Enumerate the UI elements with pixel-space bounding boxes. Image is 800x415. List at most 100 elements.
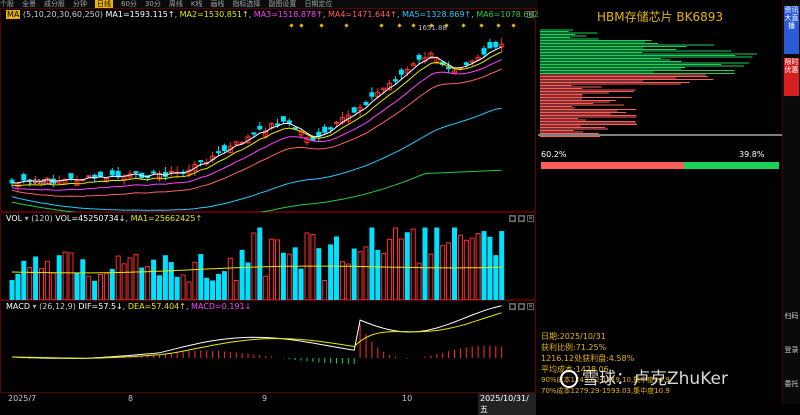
volume-bar [357, 251, 363, 300]
toolbar-item[interactable]: 副图设置 [268, 0, 296, 8]
toolbar-item[interactable]: 画线 [210, 0, 224, 8]
volume-bar [92, 280, 98, 300]
candle [481, 48, 487, 55]
volume-bar [233, 280, 239, 300]
toolbar-item[interactable]: 成分股 [44, 0, 65, 8]
promo-button[interactable]: 限时优惠 [784, 58, 799, 96]
candle [363, 102, 369, 106]
volume-bar [475, 233, 481, 300]
volume-bar [15, 273, 21, 300]
volume-bar [121, 263, 127, 300]
volume-bar [398, 238, 404, 300]
toolbar-item[interactable]: 个股 [0, 0, 14, 8]
volume-bar [275, 239, 280, 300]
volume-bar [446, 242, 452, 300]
price-high-label: 1651.88 [418, 24, 447, 32]
chip-info-profit-at: 1216.12处获利盘:4.58% [541, 354, 635, 363]
profit-ratio-bar-red [541, 162, 685, 169]
event-marker [496, 23, 501, 28]
price-low-label: 1615.13 [28, 178, 57, 186]
candle [221, 145, 227, 152]
candle [68, 173, 74, 179]
volume-bar [21, 260, 27, 300]
volume-bar [345, 263, 351, 300]
toolbar-item[interactable]: 60分 [121, 0, 137, 8]
candle [334, 121, 339, 124]
event-marker [511, 23, 516, 28]
volume-bar [416, 262, 422, 300]
volume-bar [375, 249, 381, 300]
event-marker [344, 23, 349, 28]
toolbar-item[interactable]: 分钟 [73, 0, 87, 8]
event-marker [289, 23, 294, 28]
volume-bar [127, 257, 133, 300]
x-axis-label-aug: 8 [128, 394, 134, 403]
chip-pct-right: 39.8% [739, 150, 765, 159]
right-sidebar: 资讯大直播 限时优惠 扫码 登录 委托 [782, 0, 800, 404]
candle [216, 151, 221, 154]
volume-bar [481, 231, 487, 300]
candle [168, 170, 174, 173]
volume-bar [198, 254, 204, 300]
x-axis: 2025/7 8 9 10 2025/10/31/五 [0, 393, 536, 415]
volume-bar [334, 236, 339, 300]
candle [493, 41, 499, 48]
volume-bar [50, 272, 56, 300]
candle [393, 79, 398, 82]
toolbar-item[interactable]: 日期定位 [304, 0, 332, 8]
volume-bar [387, 238, 393, 300]
volume-bar [351, 248, 357, 300]
volume-bar [239, 249, 245, 300]
volume-bar [62, 251, 68, 300]
event-marker [411, 23, 416, 28]
volume-bar [422, 227, 428, 300]
event-marker [299, 23, 304, 28]
volume-bar [39, 267, 44, 300]
toolbar-item[interactable]: 日线 [95, 0, 113, 8]
toolbar-item[interactable]: 全景 [22, 0, 36, 8]
toolbar-item[interactable]: K线 [191, 0, 203, 8]
volume-bar [192, 261, 198, 300]
price-chart [9, 23, 516, 212]
scan-code-button[interactable]: 扫码 [784, 312, 799, 330]
moving-average-line [11, 68, 502, 197]
moving-average-line [11, 107, 502, 211]
candle [487, 42, 493, 49]
volume-bar [162, 255, 168, 300]
login-button[interactable]: 登录 [784, 346, 799, 364]
chip-title-bar: HBM存储芯片 BK6893 [538, 0, 782, 26]
volume-bar [103, 272, 109, 300]
toolbar-item[interactable]: 指标选择 [232, 0, 260, 8]
snowball-logo-icon [560, 370, 578, 388]
volume-bar [257, 227, 263, 300]
candle [328, 127, 334, 130]
candle [369, 92, 375, 97]
candle [21, 174, 27, 181]
volume-bar [263, 275, 269, 300]
volume-bar [180, 274, 186, 300]
toolbar-item[interactable]: 30分 [145, 0, 161, 8]
volume-bar [328, 244, 334, 300]
volume-bar [440, 245, 446, 300]
volume-bar [115, 255, 121, 300]
volume-bar [499, 231, 505, 300]
volume-bar [452, 227, 457, 300]
event-marker [479, 23, 484, 28]
volume-bar [245, 262, 251, 300]
entrust-button[interactable]: 委托 [784, 380, 799, 398]
volume-bar [133, 254, 139, 300]
live-news-button[interactable]: 资讯大直播 [784, 6, 799, 54]
volume-bar [381, 253, 387, 300]
volume-bar [109, 268, 115, 300]
toolbar-item[interactable]: 周线 [169, 0, 183, 8]
volume-bar [221, 271, 227, 300]
volume-bar [393, 227, 398, 300]
candle [257, 125, 263, 130]
volume-bar [139, 267, 145, 300]
event-marker [319, 23, 324, 28]
volume-bar [74, 272, 80, 300]
macd-dea-line [11, 312, 502, 359]
volume-ma-line [11, 265, 502, 274]
volume-bar [298, 268, 304, 300]
volume-bar [410, 228, 416, 300]
